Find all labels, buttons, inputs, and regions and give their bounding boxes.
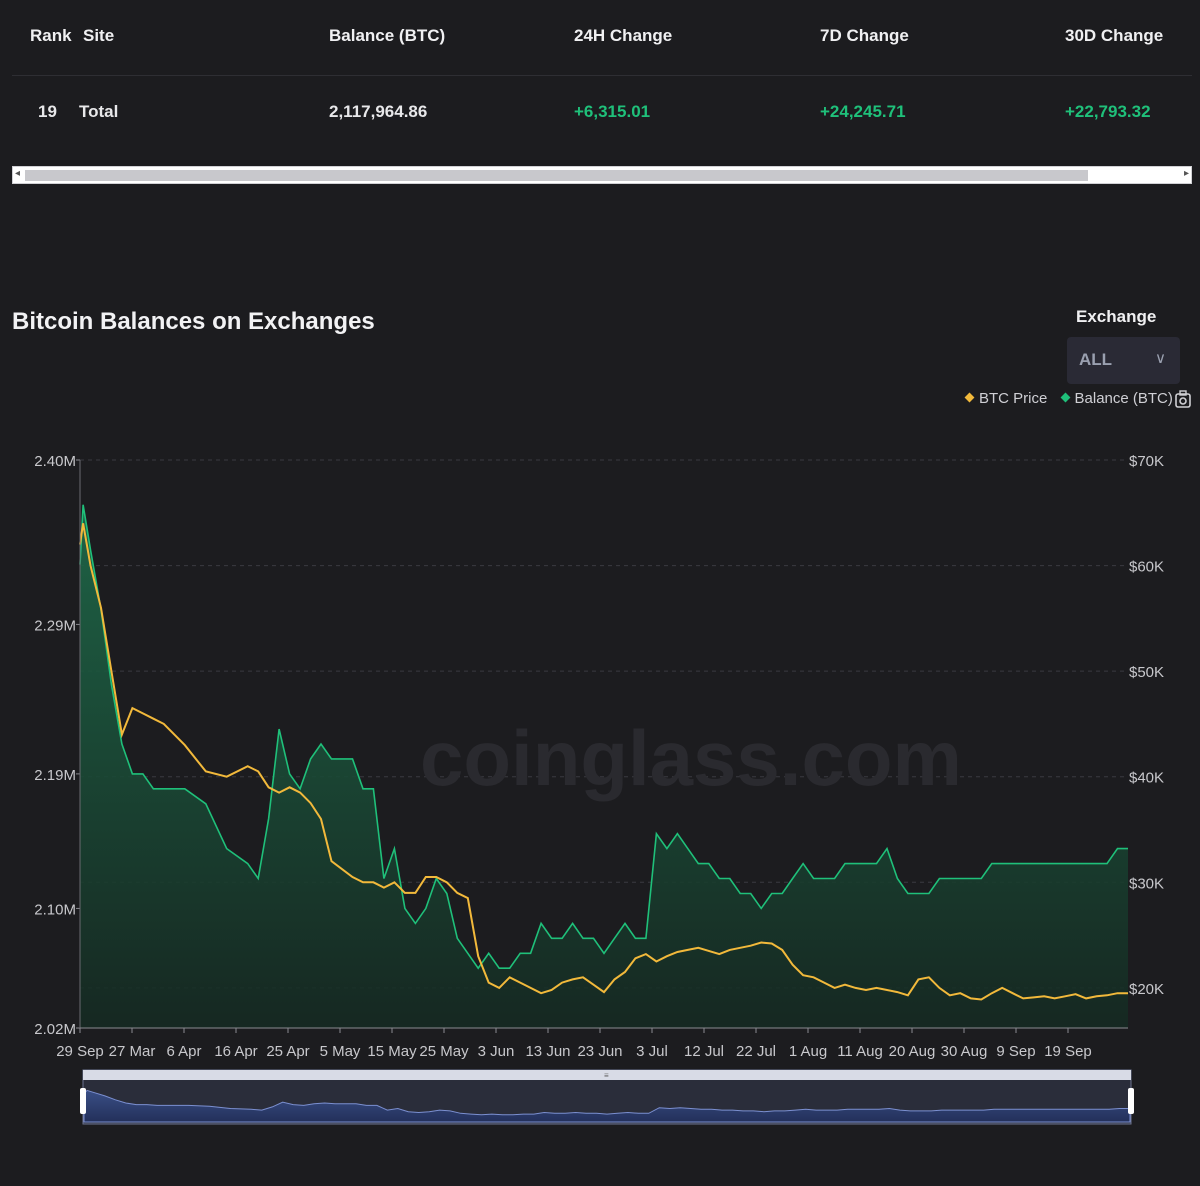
exchange-balance-table: Rank Site Balance (BTC) 24H Change 7D Ch… xyxy=(12,0,1192,76)
row-7d-change: +24,245.71 xyxy=(820,102,906,121)
y-left-tick-label: 2.40M xyxy=(34,453,76,470)
header-7d-change[interactable]: 7D Change xyxy=(820,26,909,46)
x-tick-label: 16 Apr xyxy=(214,1043,257,1060)
horizontal-scrollbar[interactable]: ◂ ▸ xyxy=(12,166,1192,184)
x-tick-label: 1 Aug xyxy=(789,1043,827,1060)
scroll-right-icon[interactable]: ▸ xyxy=(1184,168,1189,179)
legend-price-label: BTC Price xyxy=(979,390,1048,407)
header-30d-change[interactable]: 30D Change xyxy=(1065,26,1163,46)
chart-grid xyxy=(80,459,1128,989)
y-left-tick-label: 2.02M xyxy=(34,1021,76,1038)
x-tick-label: 25 May xyxy=(419,1043,469,1060)
row-site: Total xyxy=(79,102,119,121)
exchange-select[interactable]: ALL ∨ xyxy=(1067,337,1180,384)
x-tick-label: 19 Sep xyxy=(1044,1043,1092,1060)
y-left-tick-label: 2.10M xyxy=(34,901,76,918)
legend-price-marker xyxy=(964,392,975,402)
slider-right-handle[interactable] xyxy=(1128,1088,1134,1114)
x-tick-label: 6 Apr xyxy=(166,1043,201,1060)
legend-balance-marker xyxy=(1060,392,1070,402)
price-line xyxy=(79,523,1128,1001)
x-tick-label: 5 May xyxy=(320,1043,361,1060)
chart-title: Bitcoin Balances on Exchanges xyxy=(12,308,375,335)
legend-item-price[interactable]: BTC Price xyxy=(964,390,1048,407)
watermark: coinglass.com xyxy=(420,714,962,802)
slider-grip-icon[interactable]: ≡ xyxy=(604,1071,609,1080)
x-tick-label: 29 Sep xyxy=(56,1043,104,1060)
chart-legend: BTC Price Balance (BTC) xyxy=(964,390,1183,407)
y-left-tick-label: 2.29M xyxy=(34,617,76,634)
y-right-tick-label: $30K xyxy=(1129,875,1164,892)
header-site[interactable]: Site xyxy=(83,26,114,46)
range-slider[interactable]: ≡ xyxy=(80,1069,1134,1125)
header-rank[interactable]: Rank xyxy=(30,26,72,46)
slider-left-handle[interactable] xyxy=(80,1088,86,1114)
x-tick-label: 23 Jun xyxy=(577,1043,622,1060)
row-24h-change: +6,315.01 xyxy=(574,102,651,121)
exchange-select-value: ALL xyxy=(1079,350,1113,369)
legend-item-balance[interactable]: Balance (BTC) xyxy=(1060,390,1173,407)
chart-axes: $70K $60K $50K $40K $30K $20K 2.40M 2.29M 2.19M 2… xyxy=(34,453,1164,1060)
x-tick-label: 15 May xyxy=(367,1043,417,1060)
x-tick-label: 3 Jul xyxy=(636,1043,668,1060)
table-header-row: Rank Site Balance (BTC) 24H Change 7D Ch… xyxy=(12,0,1192,76)
chevron-down-icon: ∨ xyxy=(1155,350,1166,367)
x-tick-label: 12 Jul xyxy=(684,1043,724,1060)
scrollbar-thumb[interactable] xyxy=(25,170,1088,181)
header-24h-change[interactable]: 24H Change xyxy=(574,26,672,46)
x-tick-label: 27 Mar xyxy=(109,1043,156,1060)
x-tick-label: 11 Aug xyxy=(837,1043,883,1060)
legend-balance-label: Balance (BTC) xyxy=(1074,390,1173,407)
x-tick-label: 30 Aug xyxy=(941,1043,988,1060)
scroll-left-icon[interactable]: ◂ xyxy=(15,168,20,179)
y-left-tick-label: 2.19M xyxy=(34,767,76,784)
x-tick-label: 22 Jul xyxy=(736,1043,776,1060)
range-slider-preview xyxy=(83,1089,1131,1123)
y-right-tick-label: $50K xyxy=(1129,664,1164,681)
row-30d-change: +22,793.32 xyxy=(1065,102,1151,121)
exchange-label: Exchange xyxy=(1076,307,1157,326)
y-right-tick-label: $20K xyxy=(1129,981,1164,998)
x-tick-label: 20 Aug xyxy=(889,1043,936,1060)
x-tick-label: 25 Apr xyxy=(266,1043,309,1060)
y-right-tick-label: $70K xyxy=(1129,453,1164,470)
balance-area xyxy=(80,504,1128,1028)
row-rank: 19 xyxy=(38,102,57,121)
balance-line xyxy=(79,504,1128,970)
x-tick-label: 13 Jun xyxy=(525,1043,570,1060)
y-right-tick-label: $40K xyxy=(1129,770,1164,787)
camera-icon[interactable] xyxy=(1175,390,1191,408)
row-balance: 2,117,964.86 xyxy=(329,102,428,121)
header-balance[interactable]: Balance (BTC) xyxy=(329,26,445,46)
y-right-tick-label: $60K xyxy=(1129,559,1164,576)
x-tick-label: 3 Jun xyxy=(478,1043,515,1060)
x-tick-label: 9 Sep xyxy=(996,1043,1035,1060)
